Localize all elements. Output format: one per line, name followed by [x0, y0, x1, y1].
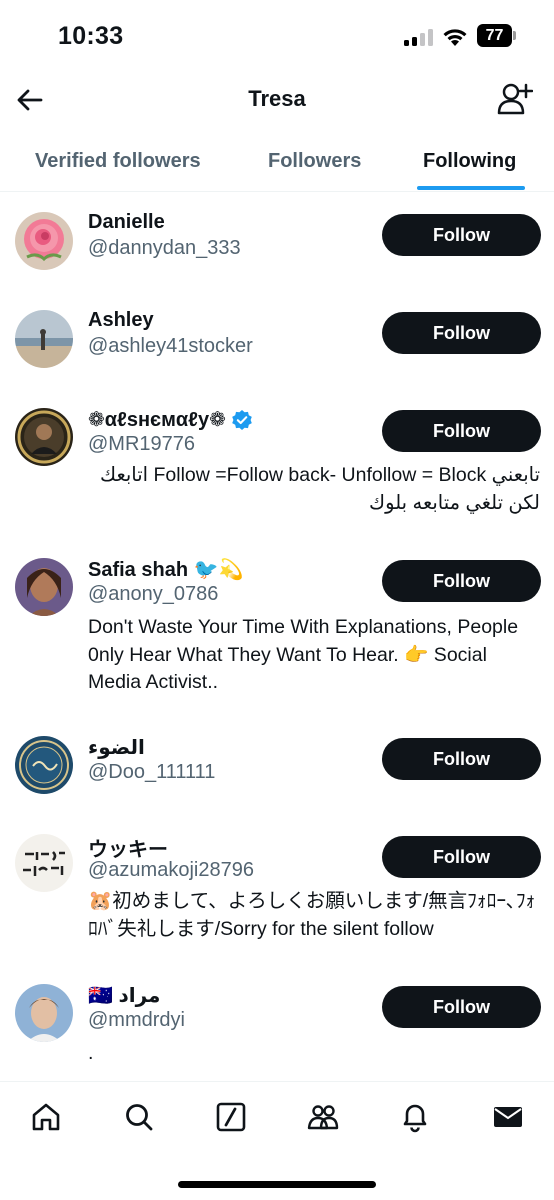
- communities-icon[interactable]: [307, 1101, 339, 1133]
- battery-level: 77: [477, 24, 512, 47]
- follow-button[interactable]: Follow: [382, 410, 541, 452]
- list-item[interactable]: Ashley @ashley41stocker Follow: [0, 290, 554, 388]
- user-name: ❁αℓѕнємαℓу❁: [88, 407, 253, 432]
- status-time: 10:33: [58, 22, 124, 50]
- user-handle: @dannydan_333: [88, 237, 241, 259]
- user-name: Ashley: [88, 309, 154, 331]
- header: Tresa: [0, 70, 554, 130]
- list-item[interactable]: الضوء @Doo_111111 Follow: [0, 716, 554, 814]
- follow-button[interactable]: Follow: [382, 986, 541, 1028]
- list-item[interactable]: Danielle @dannydan_333 Follow: [0, 192, 554, 290]
- avatar[interactable]: [15, 408, 73, 466]
- user-name: الضوء: [88, 737, 145, 759]
- avatar[interactable]: [15, 834, 73, 892]
- avatar[interactable]: [15, 984, 73, 1042]
- list-item[interactable]: Safia shah 🐦💫 @anony_0786 Follow Don't W…: [0, 538, 554, 706]
- wifi-icon: [443, 29, 467, 46]
- add-user-icon[interactable]: [497, 82, 533, 116]
- list-item[interactable]: 🇦🇺 مراد @mmdrdyi Follow .: [0, 964, 554, 1080]
- user-handle: @azumakoji28796: [88, 859, 254, 881]
- tab-verified-followers[interactable]: Verified followers: [35, 150, 201, 173]
- grok-icon[interactable]: [215, 1101, 247, 1133]
- home-indicator[interactable]: [178, 1181, 376, 1188]
- user-name: 🇦🇺 مراد: [88, 985, 161, 1007]
- page-title: Tresa: [248, 86, 306, 111]
- search-icon[interactable]: [123, 1101, 155, 1133]
- battery-icon: 77: [477, 24, 517, 47]
- follow-button[interactable]: Follow: [382, 738, 541, 780]
- user-handle: @anony_0786: [88, 583, 219, 605]
- avatar[interactable]: [15, 558, 73, 616]
- user-bio: .: [88, 1042, 94, 1064]
- user-handle: @MR19776: [88, 433, 196, 455]
- tab-followers[interactable]: Followers: [268, 150, 361, 173]
- notifications-icon[interactable]: [399, 1101, 431, 1133]
- tab-following[interactable]: Following: [423, 150, 516, 173]
- home-icon[interactable]: [30, 1101, 62, 1133]
- avatar[interactable]: [15, 736, 73, 794]
- follow-button[interactable]: Follow: [382, 560, 541, 602]
- cellular-signal-icon: [404, 29, 434, 46]
- user-handle: @mmdrdyi: [88, 1009, 185, 1031]
- tab-bar: Verified followers Followers Following: [0, 130, 554, 192]
- user-handle: @ashley41stocker: [88, 335, 253, 357]
- follow-button[interactable]: Follow: [382, 214, 541, 256]
- list-item[interactable]: ウッキー @azumakoji28796 Follow 🐹初めまして、よろしくお…: [0, 814, 554, 954]
- user-name: Safia shah 🐦💫: [88, 559, 244, 581]
- verified-badge-icon: [232, 409, 252, 430]
- status-bar: 10:33 77: [0, 0, 554, 70]
- user-bio: تابعني Follow =Follow back- Unfollow = B…: [100, 464, 540, 514]
- user-name: Danielle: [88, 211, 165, 233]
- list-item[interactable]: ❁αℓѕнємαℓу❁ @MR19776 Follow تابعني Follo…: [0, 388, 554, 528]
- active-tab-indicator: [417, 186, 525, 190]
- avatar[interactable]: [15, 310, 73, 368]
- user-handle: @Doo_111111: [88, 761, 216, 783]
- user-name: ウッキー: [88, 839, 168, 861]
- messages-icon[interactable]: [492, 1101, 524, 1133]
- user-bio: Don't Waste Your Time With Explanations,…: [88, 616, 519, 693]
- user-bio: 🐹初めまして、よろしくお願いします/無言ﾌｫﾛｰ､ﾌｫﾛﾊﾞ失礼します/Sorr…: [88, 890, 536, 940]
- follow-button[interactable]: Follow: [382, 836, 541, 878]
- follow-button[interactable]: Follow: [382, 312, 541, 354]
- avatar[interactable]: [15, 212, 73, 270]
